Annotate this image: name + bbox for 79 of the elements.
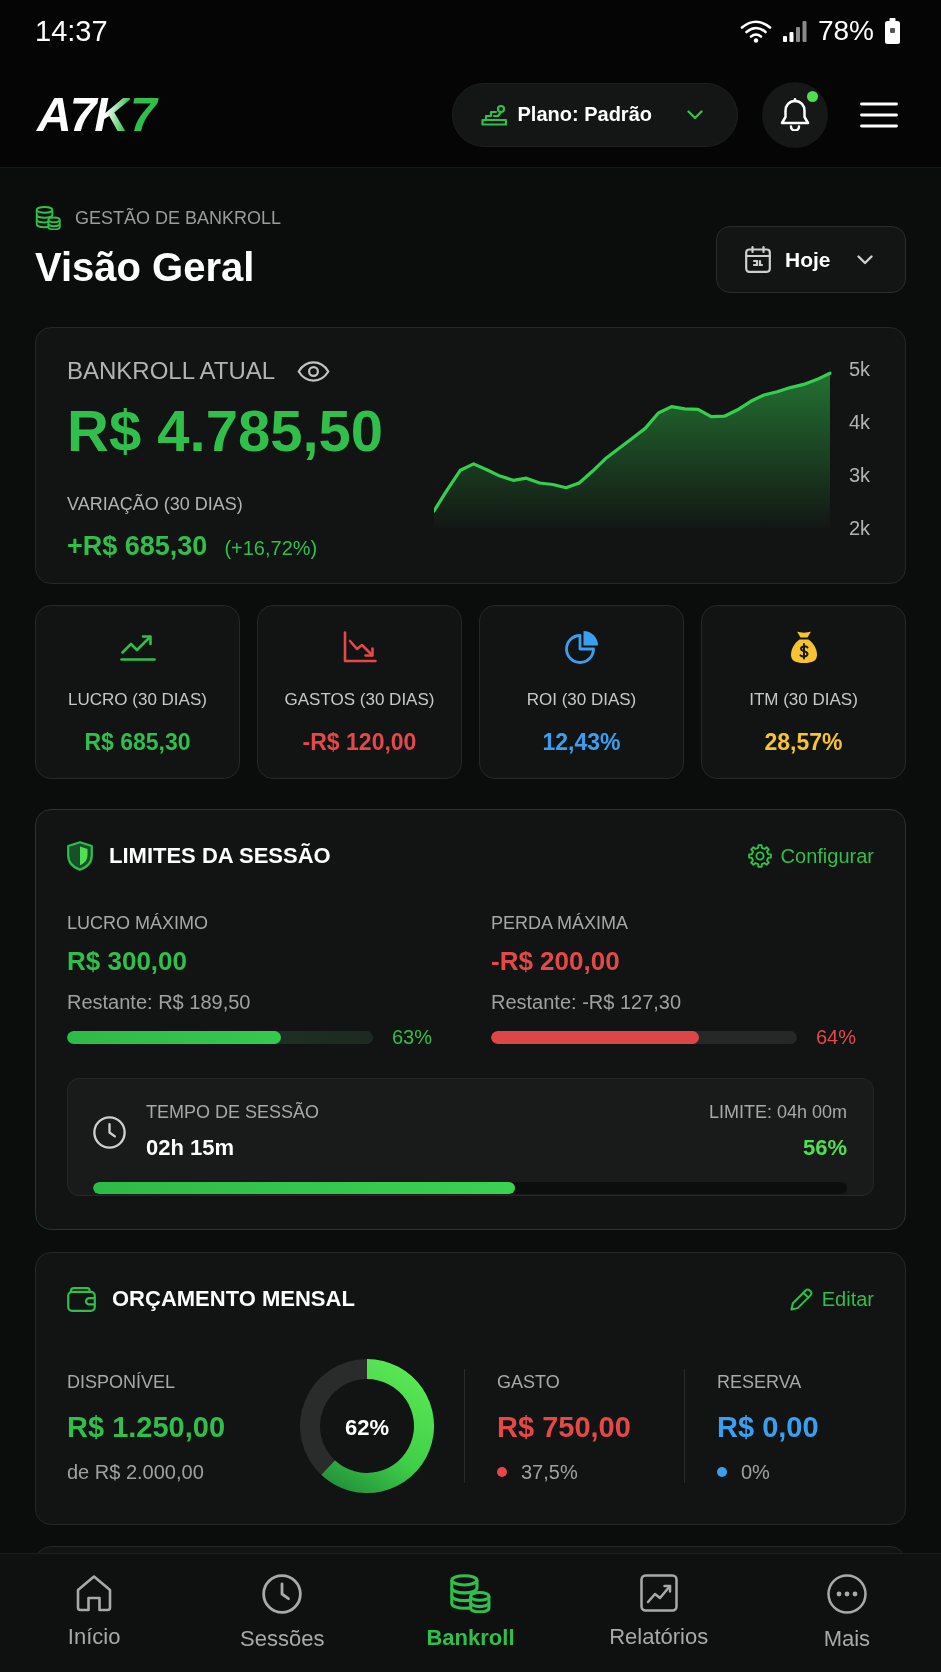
menu-icon[interactable]	[860, 101, 898, 128]
status-time: 14:37	[35, 16, 108, 46]
limit-percent: 63%	[392, 1025, 433, 1049]
trend-down-chart-icon	[342, 631, 377, 663]
limit-percent: 64%	[816, 1025, 857, 1049]
plan-selector[interactable]: Plano: Padrão	[451, 82, 738, 147]
budget-value: R$ 0,00	[717, 1410, 819, 1445]
bankroll-label: BANKROLL ATUAL	[67, 356, 276, 386]
nav-tab[interactable]: Sessões	[238, 1554, 327, 1652]
session-time-percent: 56%	[802, 1134, 847, 1162]
budget-label: DISPONÍVEL	[67, 1371, 176, 1393]
clock-icon	[93, 1115, 126, 1149]
stat-value: 28,57%	[764, 728, 843, 757]
budget-value: R$ 1.250,00	[67, 1410, 225, 1445]
settings-icon	[747, 844, 772, 868]
coins-icon	[35, 205, 61, 231]
bankroll-amount: R$ 4.785,50	[67, 398, 385, 464]
nav-tab[interactable]: Relatórios	[607, 1554, 711, 1650]
bell-icon	[780, 98, 810, 131]
budget-total: de R$ 2.000,00	[67, 1460, 204, 1484]
battery-percent: 78%	[817, 17, 874, 45]
logo: A7K7	[37, 90, 159, 139]
variation-percent: (+16,72%)	[224, 536, 318, 561]
chart-icon	[639, 1574, 678, 1612]
limit-value: R$ 300,00	[67, 945, 187, 978]
stat-value: -R$ 120,00	[302, 728, 417, 757]
shield-icon	[67, 841, 93, 871]
battery-icon	[885, 18, 900, 44]
chevron-down-icon	[687, 109, 703, 120]
calendar-icon	[745, 246, 771, 273]
edit-link[interactable]: Editar	[789, 1287, 874, 1311]
y-axis-tick: 4k	[849, 411, 871, 433]
money-bag-icon	[789, 630, 818, 664]
limit-label: PERDA MÁXIMA	[491, 912, 629, 934]
configure-link[interactable]: Configurar	[747, 844, 874, 868]
variation-value: +R$ 685,30	[67, 530, 208, 563]
chevron-down-icon	[857, 254, 873, 265]
nav-tab[interactable]: Mais	[821, 1554, 873, 1652]
nav-tab[interactable]: Início	[65, 1554, 123, 1650]
budget-label: GASTO	[497, 1371, 560, 1393]
budget-label: RESERVA	[717, 1371, 802, 1393]
stat-label: LUCRO (30 DIAS)	[68, 689, 207, 711]
card-title: LIMITES DA SESSÃO	[109, 842, 331, 870]
pencil-icon	[789, 1287, 813, 1311]
y-axis-tick: 2k	[849, 517, 871, 539]
period-selector[interactable]: Hoje	[716, 226, 906, 293]
wifi-icon	[739, 19, 772, 43]
card-title: ORÇAMENTO MENSAL	[112, 1285, 355, 1313]
session-time-limit: LIMITE: 04h 00m	[708, 1101, 847, 1123]
y-axis-tick: 3k	[849, 464, 871, 486]
stat-value: 12,43%	[542, 728, 621, 757]
stat-label: GASTOS (30 DIAS)	[284, 689, 435, 711]
section-eyebrow: GESTÃO DE BANKROLL	[75, 209, 282, 227]
more-icon	[826, 1574, 867, 1614]
remaining-text: Restante: R$ 189,50	[67, 990, 251, 1014]
trend-up-icon	[119, 633, 156, 661]
stairs-icon	[480, 103, 507, 126]
wallet-icon	[67, 1286, 96, 1312]
budget-percent: 0%	[741, 1460, 770, 1484]
variation-label: VARIAÇÃO (30 DIAS)	[67, 493, 244, 516]
limit-label: LUCRO MÁXIMO	[67, 912, 208, 934]
signal-icon	[782, 20, 807, 42]
page-title: Visão Geral	[35, 244, 256, 291]
session-time-label: TEMPO DE SESSÃO	[146, 1101, 320, 1123]
eye-icon[interactable]	[297, 360, 331, 382]
clock-icon	[262, 1574, 303, 1614]
remaining-text: Restante: -R$ 127,30	[491, 990, 682, 1014]
y-axis-tick: 5k	[849, 358, 871, 380]
stat-label: ITM (30 DIAS)	[749, 689, 858, 711]
stat-value: R$ 685,30	[84, 728, 191, 757]
budget-percent: 37,5%	[521, 1460, 578, 1484]
stat-label: ROI (30 DIAS)	[526, 689, 637, 711]
limit-value: -R$ 200,00	[491, 945, 620, 978]
nav-tab[interactable]: Bankroll	[424, 1554, 517, 1652]
pie-chart-icon	[564, 630, 599, 664]
budget-value: R$ 750,00	[497, 1410, 631, 1445]
coins-icon	[449, 1574, 492, 1614]
donut-percent: 62%	[345, 1414, 389, 1440]
session-time-value: 02h 15m	[146, 1134, 235, 1162]
